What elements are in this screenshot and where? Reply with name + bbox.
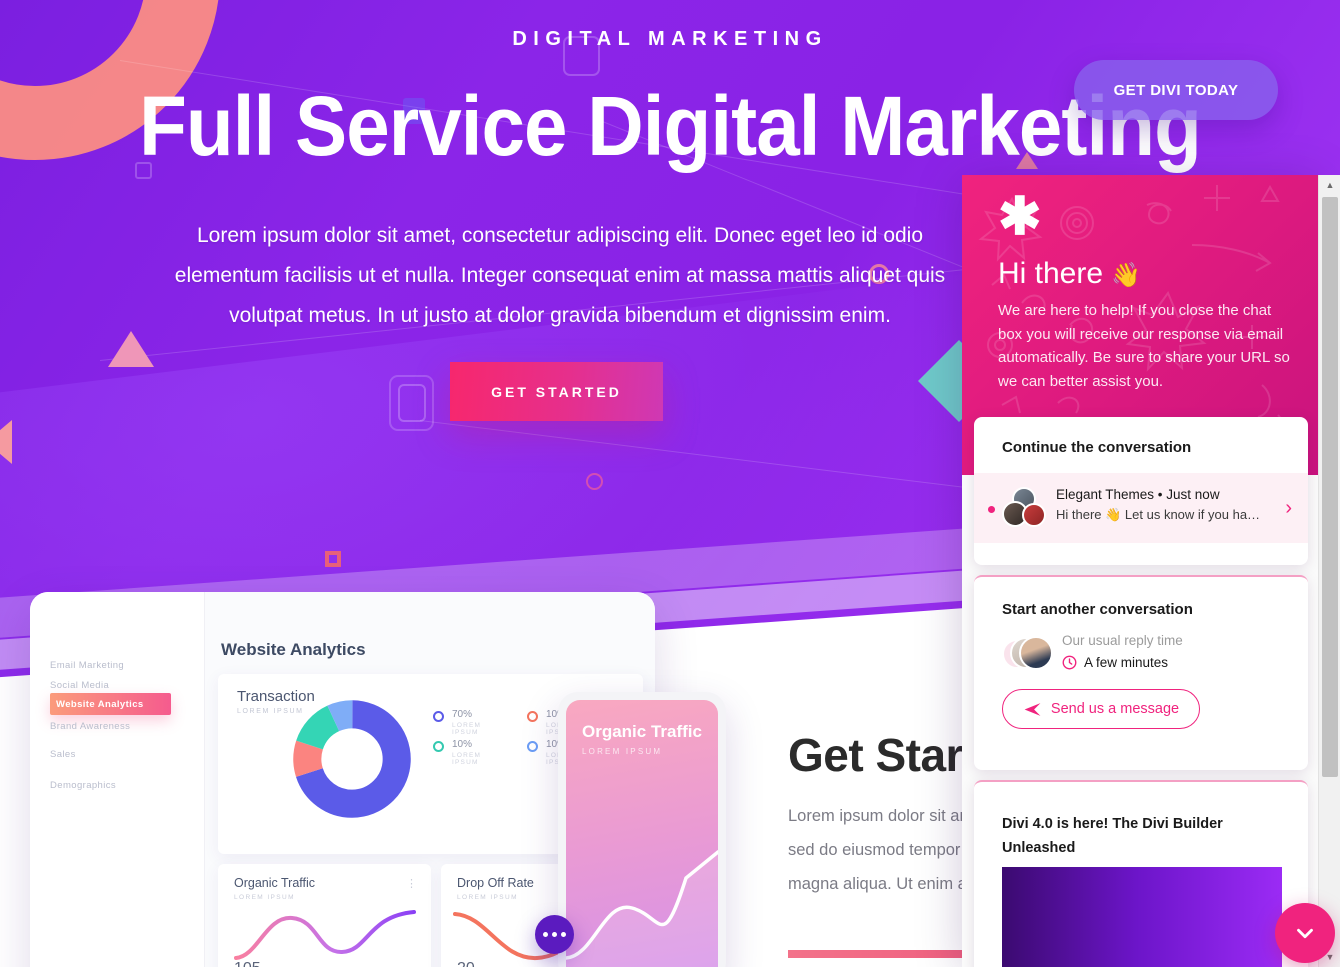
legend-swatch-icon: [433, 741, 444, 752]
dot-icon: [561, 932, 566, 937]
phone-subtitle: LOREM IPSUM: [582, 747, 663, 756]
circle-outline-icon: [586, 473, 603, 490]
send-message-label: Send us a message: [1050, 701, 1180, 717]
legend-swatch-icon: [527, 741, 538, 752]
triangle-icon: [108, 331, 154, 367]
chevron-right-icon[interactable]: ›: [1285, 497, 1292, 520]
conversation-sender: Elegant Themes • Just now: [1056, 487, 1220, 502]
sidebar-item-demographics[interactable]: Demographics: [50, 780, 116, 791]
legend-value: 10%: [452, 739, 473, 750]
legend-swatch-icon: [433, 711, 444, 722]
continue-conversation-card: Continue the conversation Elegant Themes…: [974, 417, 1308, 565]
card-value: 105: [234, 960, 261, 967]
brand-asterisk-icon: ✱: [998, 188, 1042, 246]
hero-eyebrow: DIGITAL MARKETING: [512, 28, 828, 50]
pink-square-icon: [325, 551, 341, 567]
scrollbar-thumb[interactable]: [1322, 197, 1338, 777]
conversation-list-item[interactable]: Elegant Themes • Just now Hi there 👋 Let…: [974, 473, 1308, 543]
reply-time-label: Our usual reply time: [1062, 633, 1183, 648]
dot-icon: [552, 932, 557, 937]
start-conversation-heading: Start another conversation: [1002, 601, 1193, 618]
more-options-fab[interactable]: [535, 915, 574, 954]
scroll-up-arrow-icon[interactable]: ▲: [1319, 175, 1340, 195]
reply-time-value: A few minutes: [1084, 655, 1169, 670]
avatar: [1022, 503, 1046, 527]
organic-traffic-card: Organic Traffic LOREM IPSUM ⋮ 105 LOREM …: [218, 864, 431, 967]
phone-area-chart: [566, 850, 718, 967]
news-thumbnail: [1002, 867, 1282, 967]
send-message-button[interactable]: Send us a message: [1002, 689, 1200, 729]
sidebar-item-sales[interactable]: Sales: [50, 749, 76, 760]
dashboard-panel-title: Website Analytics: [221, 640, 366, 659]
news-title: Divi 4.0 is here! The Divi Builder Unlea…: [1002, 816, 1223, 856]
dot-icon: [543, 932, 548, 937]
conversation-snippet: Hi there 👋 Let us know if you ha…: [1056, 507, 1261, 522]
organic-traffic-sparkline: [234, 910, 416, 960]
clock-icon: [1062, 655, 1077, 670]
page-root: DIGITAL MARKETING Full Service Digital M…: [0, 0, 1340, 967]
square-outline-icon: [398, 384, 426, 422]
triangle-icon: [0, 420, 12, 464]
chat-greeting: Hi there 👋: [998, 257, 1141, 291]
chat-description: We are here to help! If you close the ch…: [998, 302, 1290, 390]
card-value: 20: [457, 960, 475, 967]
kebab-menu-icon[interactable]: ⋮: [406, 877, 417, 890]
unread-dot-icon: [988, 506, 995, 513]
chat-launcher-button[interactable]: [1275, 903, 1335, 963]
avatar: [1019, 636, 1053, 670]
phone-title: Organic Traffic: [582, 722, 702, 741]
get-started-section-button[interactable]: [788, 950, 978, 958]
continue-conversation-heading: Continue the conversation: [1002, 439, 1192, 456]
chat-widget: ✱ Hi there 👋 We are here to help! If you…: [962, 175, 1320, 967]
get-divi-today-button[interactable]: GET DIVI TODAY: [1074, 60, 1278, 120]
phone-mockup: Organic Traffic LOREM IPSUM: [558, 692, 726, 967]
agent-avatar-group: [1002, 635, 1053, 675]
waving-hand-icon: 👋: [1111, 262, 1142, 289]
card-title: Drop Off Rate: [457, 876, 534, 890]
hero-paragraph: Lorem ipsum dolor sit amet, consectetur …: [174, 224, 946, 327]
sidebar-item-brand-awareness[interactable]: Brand Awareness: [50, 721, 130, 732]
dashboard-sidebar: Email Marketing Social Media Website Ana…: [30, 592, 205, 967]
paper-plane-icon: [1024, 702, 1041, 716]
legend-value: 70%: [452, 709, 473, 720]
sidebar-item-website-analytics[interactable]: Website Analytics: [56, 699, 144, 710]
phone-screen: Organic Traffic LOREM IPSUM: [566, 700, 718, 967]
sidebar-item-social-media[interactable]: Social Media: [50, 680, 109, 691]
legend-swatch-icon: [527, 711, 538, 722]
vertical-scrollbar[interactable]: ▲ ▼: [1318, 175, 1340, 967]
legend-sublabel: LOREM IPSUM: [452, 722, 482, 736]
chevron-down-icon: [1297, 928, 1313, 939]
chat-greeting-text: Hi there: [998, 257, 1104, 290]
start-conversation-card: Start another conversation Our usual rep…: [974, 575, 1308, 770]
donut-chart: [293, 700, 411, 818]
card-title: Organic Traffic: [234, 876, 316, 890]
sidebar-item-email-marketing[interactable]: Email Marketing: [50, 660, 124, 671]
legend-sublabel: LOREM IPSUM: [452, 752, 482, 766]
get-started-button[interactable]: GET STARTED: [450, 362, 663, 421]
avatar-group: [1002, 487, 1046, 529]
news-card[interactable]: Divi 4.0 is here! The Divi Builder Unlea…: [974, 780, 1308, 967]
